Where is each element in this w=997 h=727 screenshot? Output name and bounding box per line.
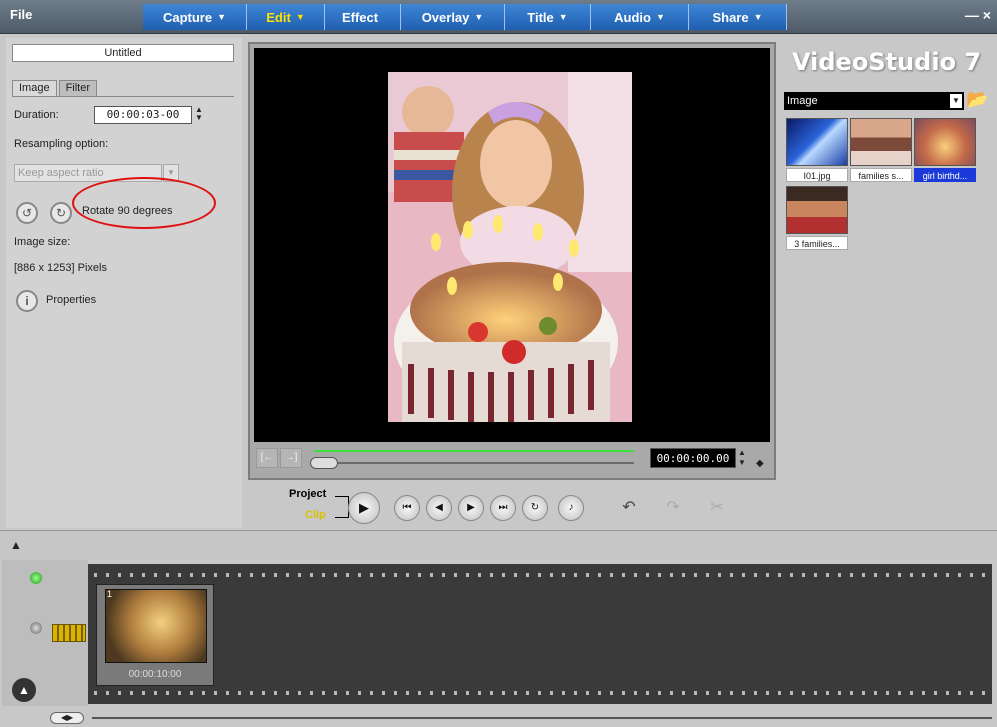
folder-icon[interactable]: 📂 (966, 88, 992, 110)
options-tabs: Image Filter (12, 80, 99, 96)
timeline-scrollbar[interactable] (92, 717, 992, 719)
step-tab-share[interactable]: Share ▼ (689, 4, 787, 30)
library-thumbnail[interactable] (786, 118, 848, 166)
expand-up-icon[interactable]: ▲ (10, 538, 22, 552)
resampling-select[interactable]: Keep aspect ratio (14, 164, 162, 182)
step-tab-label: Capture (162, 9, 213, 25)
film-perforation-top (88, 568, 992, 582)
clip-thumbnail (105, 589, 207, 663)
scrub-track[interactable] (314, 462, 634, 464)
window-controls[interactable]: — × (965, 7, 991, 23)
repeat-button[interactable]: ↻ (522, 495, 548, 521)
redo-icon[interactable]: ↷ (660, 496, 686, 520)
menu-bar: File Capture ▼ Edit ▼ Effect Overlay ▼ Title ▼ Au… (0, 0, 997, 34)
app-logo: VideoStudio 7 (792, 48, 982, 76)
duration-spinner[interactable]: ▲ ▼ (194, 106, 204, 124)
storyboard-clip[interactable]: 1 00:00:10:00 (96, 584, 214, 686)
chevron-down-icon: ▼ (217, 12, 227, 22)
open-folder-icon[interactable]: ▲ (12, 678, 36, 702)
image-size-value: [886 x 1253] Pixels (14, 262, 107, 274)
chevron-down-icon: ▼ (474, 12, 484, 22)
step-tabs: Capture ▼ Edit ▼ Effect Overlay ▼ Title ▼ Audio ▼ S… (143, 4, 843, 30)
chevron-down-icon: ▼ (655, 12, 665, 22)
highlight-ellipse (72, 177, 216, 229)
previous-frame-button[interactable]: ◀ (426, 495, 452, 521)
film-perforation-bottom (88, 686, 992, 700)
volume-button[interactable]: ♪ (558, 495, 584, 521)
preview-window: [← →] 00:00:00.00 ▲ ▼ ◆ (248, 42, 776, 480)
step-tab-effect[interactable]: Effect (325, 4, 401, 30)
undo-icon[interactable]: ↶ (616, 496, 642, 520)
timeline-mode-bar: ▲ (2, 560, 88, 706)
tab-filter[interactable]: Filter (58, 80, 98, 96)
library-caption: I01.jpg (786, 168, 848, 182)
chevron-down-icon[interactable]: ▼ (948, 92, 964, 110)
step-tab-overlay[interactable]: Overlay ▼ (401, 4, 505, 30)
scissors-icon[interactable]: ✂ (704, 496, 730, 520)
clip-duration: 00:00:10:00 (128, 669, 182, 680)
timecode-spinner[interactable]: ▲ ▼ (738, 448, 748, 468)
library-thumbnail[interactable] (850, 118, 912, 166)
chevron-down-icon: ▼ (753, 12, 763, 22)
library-caption: 3 families... (786, 236, 848, 250)
rotate-left-icon[interactable]: ↺ (16, 202, 38, 224)
clip-mode-label[interactable]: Clip (305, 509, 326, 521)
library-category-select[interactable]: Image (784, 92, 948, 110)
rotate-right-icon[interactable]: ↻ (50, 202, 72, 224)
next-frame-button[interactable]: ▶ (458, 495, 484, 521)
step-tab-audio[interactable]: Audio ▼ (591, 4, 689, 30)
step-tab-capture[interactable]: Capture ▼ (143, 4, 247, 30)
options-panel: Untitled Image Filter Duration: 00:00:03… (6, 38, 242, 528)
project-mode-label[interactable]: Project (289, 488, 326, 500)
timeline-header (0, 530, 997, 560)
mode-bracket (335, 496, 349, 518)
film-icon (52, 624, 86, 642)
preview-photo (388, 72, 632, 422)
chevron-down-icon[interactable]: ▼ (163, 164, 179, 182)
step-tab-label: Audio (614, 9, 651, 25)
file-menu[interactable]: File (10, 7, 32, 22)
library-caption: families s... (850, 168, 912, 182)
preview-screen (254, 48, 770, 442)
step-tab-edit[interactable]: Edit ▼ (247, 4, 325, 30)
duration-field[interactable]: 00:00:03-00 (94, 106, 192, 124)
mark-in-button[interactable]: [← (256, 448, 278, 468)
library-thumbnail[interactable] (786, 186, 848, 234)
expand-icon[interactable]: ◆ (756, 458, 766, 469)
scrub-handle[interactable] (310, 457, 338, 469)
step-tab-label: Effect (341, 9, 379, 25)
zoom-control[interactable]: ◀▶ (50, 712, 84, 724)
play-button[interactable]: ▶ (348, 492, 380, 524)
timecode-field[interactable]: 00:00:00.00 (650, 448, 736, 468)
project-title-field[interactable]: Untitled (12, 44, 234, 62)
properties-button[interactable]: Properties (46, 294, 96, 306)
clip-number: 1 (107, 589, 113, 599)
trim-range-bar (314, 450, 634, 452)
step-tab-label: Share (712, 9, 749, 25)
step-tab-label: Title (527, 9, 554, 25)
storyboard-strip (88, 564, 992, 704)
rotate-label: Rotate 90 degrees (82, 205, 173, 217)
step-tab-title[interactable]: Title ▼ (505, 4, 591, 30)
duration-label: Duration: (14, 109, 59, 121)
library-thumbnail[interactable] (914, 118, 976, 166)
step-tab-label: Edit (266, 9, 291, 25)
step-tab-label: Overlay (421, 9, 470, 25)
end-button[interactable]: ⏭ (490, 495, 516, 521)
tab-divider (12, 96, 234, 97)
mark-out-button[interactable]: →] (280, 448, 302, 468)
info-icon[interactable]: i (16, 290, 38, 312)
image-size-label: Image size: (14, 236, 71, 248)
chevron-down-icon: ▼ (558, 12, 568, 22)
home-button[interactable]: ⏮ (394, 495, 420, 521)
resampling-label: Resampling option: (14, 138, 109, 150)
storyboard-view-icon[interactable] (30, 572, 42, 584)
timeline-view-icon[interactable] (30, 622, 42, 634)
chevron-down-icon: ▼ (295, 12, 305, 22)
library-caption: girl birthd... (914, 168, 976, 182)
tab-image[interactable]: Image (12, 80, 57, 96)
